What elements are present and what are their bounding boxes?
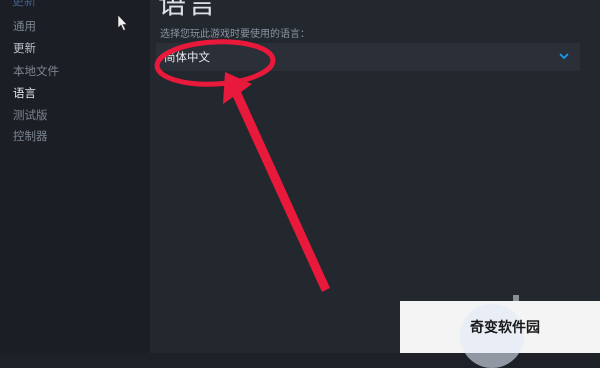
page-title: 语言 [158,0,219,20]
mouse-cursor-icon [118,15,128,31]
sidebar-item-general[interactable]: 通用 [13,18,36,34]
settings-sidebar: 更新 通用 更新 本地文件 语言 测试版 控制器 [0,0,150,353]
sidebar-item-controller[interactable]: 控制器 [13,128,48,144]
sidebar-item-beta[interactable]: 测试版 [13,107,48,123]
sidebar-cut-label: 更新 [12,0,37,8]
watermark: 奇变软件园 [400,301,600,368]
sidebar-item-local-files[interactable]: 本地文件 [13,63,59,79]
chevron-down-icon [559,53,569,60]
sidebar-item-updates[interactable]: 更新 [13,40,36,56]
language-select-value: 简体中文 [164,50,210,64]
watermark-text: 奇变软件园 [470,320,540,336]
sidebar-item-language[interactable]: 语言 [13,85,36,101]
language-select[interactable]: 简体中文 [156,43,580,71]
language-prompt: 选择您玩此游戏时要使用的语言： [160,29,310,40]
